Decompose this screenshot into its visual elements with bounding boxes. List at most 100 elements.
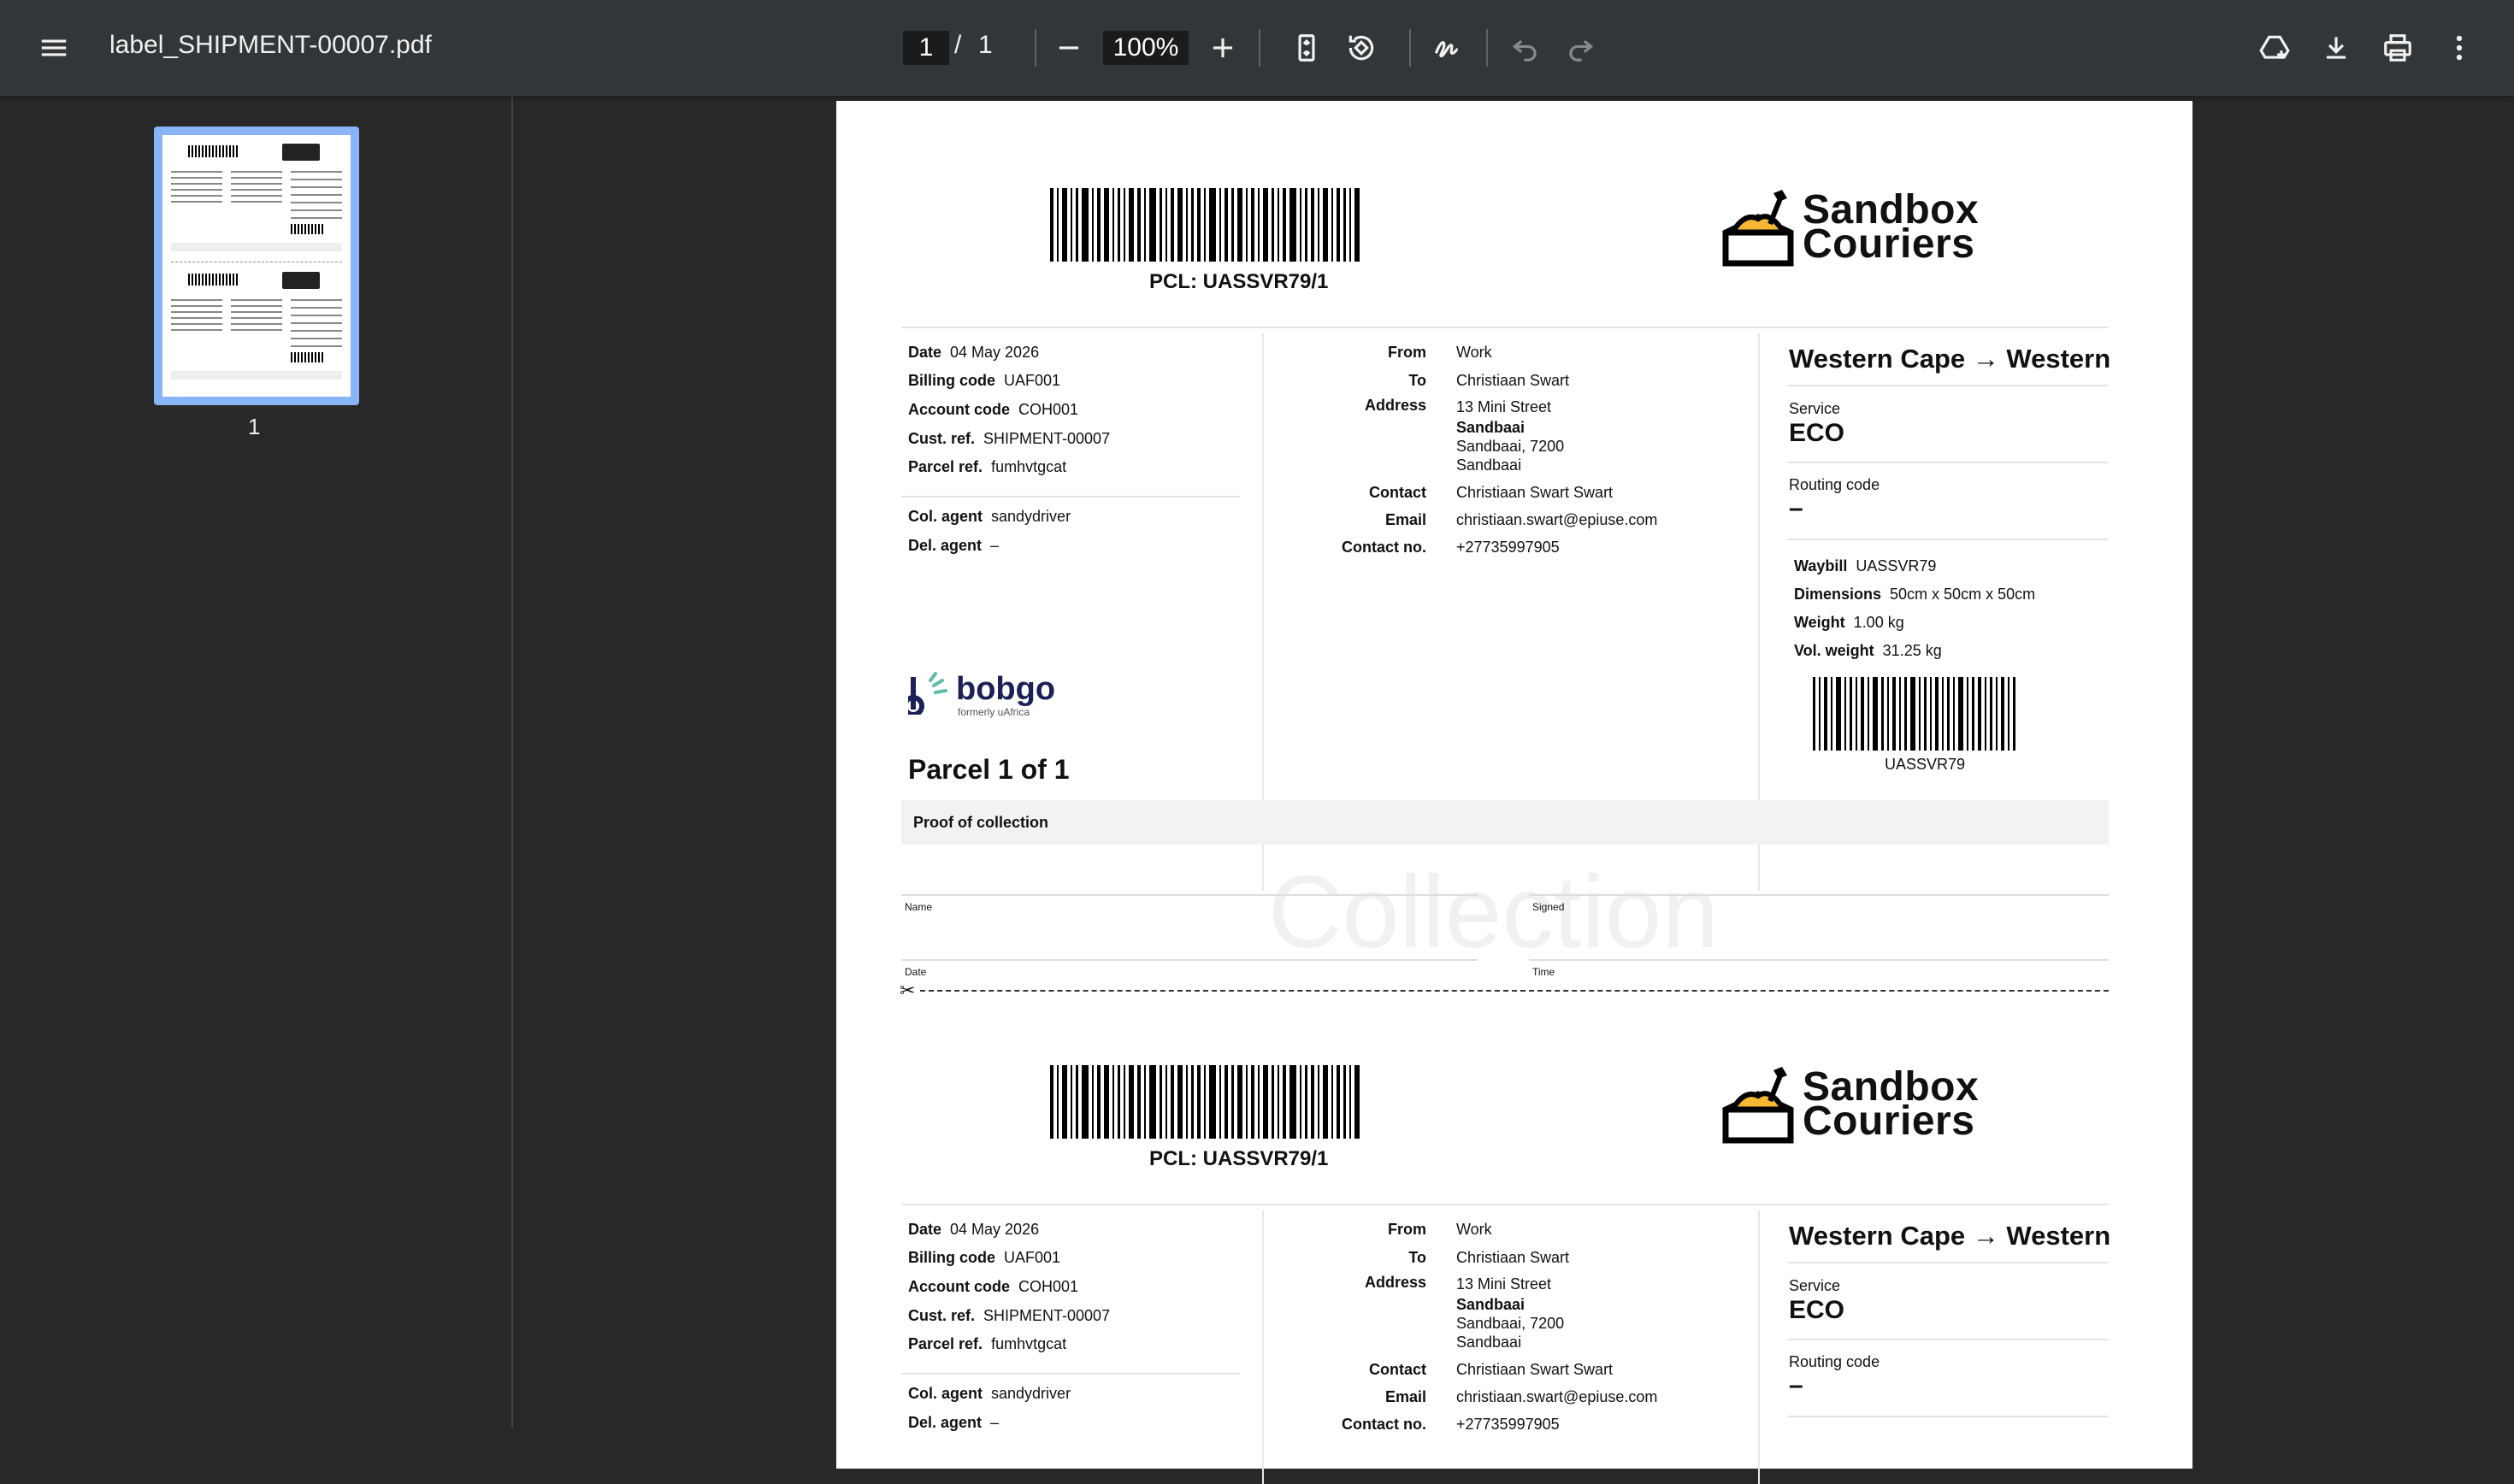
courier-box-icon: [1722, 190, 1794, 267]
page-thumbnail[interactable]: [154, 127, 359, 405]
more-options-button[interactable]: [2432, 21, 2487, 75]
address-line4: Sandbaai: [1456, 1334, 1522, 1351]
contactno-label: Contact no.: [1342, 1416, 1426, 1433]
parcelref-value: fumhvtgcat: [991, 458, 1067, 475]
contact-value: Christiaan Swart Swart: [1456, 484, 1614, 501]
page-number-input[interactable]: 1: [903, 31, 949, 65]
parcelref-row: Parcel ref. fumhvtgcat: [908, 1335, 1066, 1352]
pdf-toolbar: label_SHIPMENT-00007.pdf 1 / 1 100%: [0, 0, 2514, 96]
sandbox-couriers-logo: Sandbox Couriers: [1719, 1063, 1979, 1145]
signature-line: [1529, 959, 2109, 961]
contactno-value: +27735997905: [1456, 539, 1560, 556]
waybill-value: UASSVR79: [1856, 557, 1937, 574]
contactno-value: +27735997905: [1456, 1416, 1560, 1433]
zoom-input[interactable]: 100%: [1103, 31, 1189, 65]
address-label: Address: [1364, 397, 1426, 414]
parcel-barcode: [1050, 1065, 1363, 1139]
annotate-button[interactable]: [1419, 21, 1474, 75]
weight-label: Weight: [1794, 614, 1845, 631]
page-total: 1: [978, 31, 993, 59]
email-value: christiaan.swart@epiuse.com: [1456, 1388, 1658, 1405]
zoom-out-button[interactable]: [1042, 21, 1096, 75]
address-line3: Sandbaai, 7200: [1456, 1315, 1565, 1332]
right-divider: [1787, 1339, 2109, 1340]
save-to-drive-button[interactable]: [2247, 21, 2302, 75]
document-title: label_SHIPMENT-00007.pdf: [109, 31, 432, 59]
custref-row: Cust. ref. SHIPMENT-00007: [908, 1307, 1110, 1324]
sandbox-couriers-logo: Sandbox Couriers: [1719, 186, 1979, 268]
to-value: Christiaan Swart: [1456, 1249, 1570, 1266]
bobgo-wordmark: bobgo formerly uAfrica: [956, 672, 1055, 718]
parcelref-value: fumhvtgcat: [991, 1335, 1067, 1352]
route-heading: Western Cape → Western C: [1789, 344, 2110, 374]
account-value: COH001: [1018, 1278, 1079, 1295]
fit-page-button[interactable]: [1279, 21, 1334, 75]
from-label: From: [1388, 344, 1426, 361]
address-label: Address: [1364, 1274, 1426, 1291]
column-divider: [1262, 1210, 1264, 1484]
address-line1: 13 Mini Street: [1456, 398, 1552, 415]
print-button[interactable]: [2370, 21, 2425, 75]
billing-row: Billing code UAF001: [908, 372, 1060, 389]
signature-line: [901, 894, 1478, 896]
billing-label: Billing code: [908, 372, 996, 389]
colagent-row: Col. agent sandydriver: [908, 1385, 1071, 1402]
delagent-label: Del. agent: [908, 1414, 983, 1431]
menu-icon[interactable]: [27, 21, 81, 75]
account-row: Account code COH001: [908, 1278, 1078, 1295]
sig-name-label: Name: [905, 901, 933, 913]
delagent-label: Del. agent: [908, 537, 983, 554]
to-label: To: [1408, 1249, 1426, 1266]
header-divider: [901, 1204, 2109, 1205]
toolbar-divider: [1259, 29, 1260, 67]
custref-label: Cust. ref.: [908, 1307, 976, 1324]
parcelref-label: Parcel ref.: [908, 458, 983, 475]
pcl-code: PCL: UASSVR79/1: [1149, 270, 1329, 293]
address-line2: Sandbaai: [1456, 419, 1526, 436]
weight-value: 1.00 kg: [1853, 614, 1904, 631]
right-divider: [1787, 385, 2109, 386]
page-separator: /: [954, 31, 962, 59]
colagent-row: Col. agent sandydriver: [908, 508, 1071, 525]
logo-line2: Couriers: [1803, 1098, 1975, 1144]
collection-watermark: Collection: [1268, 855, 1719, 969]
billing-row: Billing code UAF001: [908, 1249, 1060, 1266]
proof-of-collection-bar: Proof of collection: [901, 800, 2109, 845]
volweight-label: Vol. weight: [1794, 642, 1874, 659]
waybill-row: Waybill UASSVR79: [1794, 557, 1936, 574]
download-icon: [2326, 37, 2346, 59]
email-label: Email: [1384, 1388, 1426, 1405]
from-label: From: [1388, 1221, 1426, 1238]
colagent-value: sandydriver: [991, 508, 1071, 525]
bobgo-subtitle: formerly uAfrica: [958, 706, 1030, 718]
zoom-in-button[interactable]: [1195, 21, 1250, 75]
parcelref-row: Parcel ref. fumhvtgcat: [908, 458, 1066, 475]
account-row: Account code COH001: [908, 401, 1078, 418]
to-label: To: [1408, 372, 1426, 389]
date-label: Date: [908, 1221, 942, 1238]
download-button[interactable]: [2309, 21, 2364, 75]
scissors-icon: ✂: [900, 980, 916, 1001]
contact-value: Christiaan Swart Swart: [1456, 1361, 1614, 1378]
cut-line: [920, 990, 2109, 992]
billing-value: UAF001: [1004, 372, 1061, 389]
contact-label: Contact: [1369, 484, 1426, 501]
thumbnail-preview: [162, 135, 351, 397]
undo-button[interactable]: [1498, 21, 1553, 75]
custref-row: Cust. ref. SHIPMENT-00007: [908, 430, 1110, 447]
email-label: Email: [1384, 511, 1426, 528]
sig-date-label: Date: [905, 966, 927, 978]
contact-label: Contact: [1369, 1361, 1426, 1378]
redo-button[interactable]: [1553, 21, 1608, 75]
undo-icon: [1512, 39, 1537, 62]
address-line2: Sandbaai: [1456, 1296, 1526, 1313]
left-divider: [901, 496, 1240, 498]
rotate-button[interactable]: [1334, 21, 1389, 75]
fit-page-icon: [1298, 34, 1315, 62]
colagent-label: Col. agent: [908, 508, 983, 525]
billing-label: Billing code: [908, 1249, 996, 1266]
contactno-label: Contact no.: [1342, 539, 1426, 556]
custref-label: Cust. ref.: [908, 430, 976, 447]
delagent-value: –: [990, 537, 1000, 554]
right-divider: [1787, 1416, 2109, 1417]
